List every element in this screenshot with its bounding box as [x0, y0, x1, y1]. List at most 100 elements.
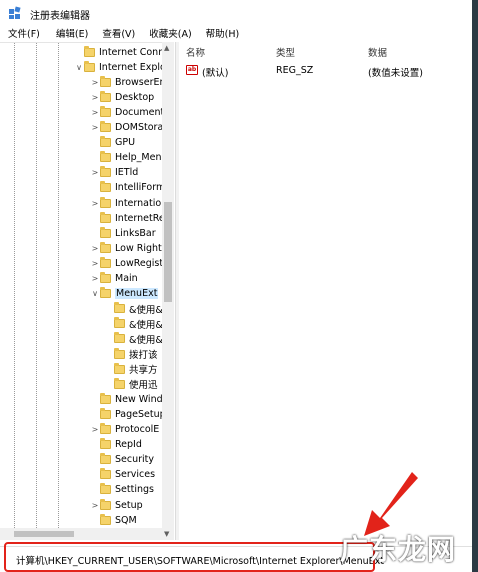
menu-view[interactable]: 查看(V) [94, 26, 141, 40]
chevron-right-icon[interactable]: > [90, 259, 100, 268]
value-row[interactable]: ab (默认) REG_SZ (数值未设置) [180, 64, 472, 79]
tree-node[interactable]: Services [90, 468, 155, 482]
folder-icon [84, 45, 95, 57]
chevron-right-icon[interactable]: > [90, 244, 100, 253]
folder-icon [114, 317, 125, 329]
title-bar: 注册表编辑器 [0, 0, 472, 25]
chevron-right-icon[interactable]: > [90, 501, 100, 510]
tree-node[interactable]: 使用迅 [104, 377, 158, 391]
scroll-thumb[interactable] [14, 531, 74, 537]
tree-node-label: PageSetup [115, 408, 166, 420]
menu-file[interactable]: 文件(F) [0, 26, 46, 40]
tree-node[interactable]: ∨ MenuExt [90, 287, 159, 301]
tree-node[interactable]: &使用& [104, 332, 163, 346]
tree-guide-line [36, 43, 37, 540]
chevron-right-icon[interactable]: > [90, 93, 100, 102]
chevron-down-icon[interactable]: ∨ [74, 63, 84, 72]
tree-node-label: Services [115, 469, 156, 481]
folder-icon [100, 498, 111, 510]
folder-icon [114, 377, 125, 389]
registry-key-tree[interactable]: Internet Conn ∨ Internet Explo > BrowserEm > D… [0, 42, 174, 540]
tree-node-label: 使用迅 [129, 380, 158, 392]
tree-node-label: Main [115, 273, 138, 284]
column-header-data[interactable]: 数据 [368, 45, 387, 59]
tree-node-label: LowRegist [115, 257, 164, 269]
tree-node-label: Security [115, 454, 155, 466]
chevron-right-icon[interactable]: > [90, 425, 100, 434]
tree-node[interactable]: InternetRe [90, 211, 165, 225]
tree-node[interactable]: SQM [90, 513, 137, 527]
window-title: 注册表编辑器 [30, 11, 90, 22]
tree-node-label: IETld [115, 167, 139, 179]
tree-node[interactable]: Help_Menu [90, 151, 168, 165]
tree-node[interactable]: > Main [90, 272, 138, 286]
menu-help[interactable]: 帮助(H) [198, 26, 246, 40]
tree-node[interactable]: GPU [90, 136, 135, 150]
folder-icon [100, 407, 111, 419]
chevron-right-icon[interactable]: > [90, 108, 100, 117]
tree-node[interactable]: Security [90, 453, 154, 467]
tree-node[interactable]: 拨打该 [104, 347, 158, 361]
tree-node[interactable]: PageSetup [90, 407, 166, 421]
pane-splitter[interactable] [175, 42, 179, 540]
tree-node-label: MenuExt [115, 288, 159, 300]
values-list[interactable]: 名称 类型 数据 ab (默认) REG_SZ (数值未设置) [180, 42, 472, 540]
tree-node[interactable]: &使用& [104, 317, 163, 331]
chevron-right-icon[interactable]: > [90, 199, 100, 208]
string-value-icon: ab [186, 65, 198, 75]
folder-icon [100, 196, 111, 208]
chevron-right-icon[interactable]: > [90, 168, 100, 177]
chevron-down-icon[interactable]: ∨ [90, 289, 100, 298]
tree-node-label: Settings [115, 484, 154, 496]
tree-node[interactable]: > ProtocolE [90, 423, 159, 437]
tree-node-label: &使用& [129, 304, 163, 316]
tree-node[interactable]: > Setup [90, 498, 143, 512]
folder-icon [100, 392, 111, 404]
chevron-right-icon[interactable]: > [90, 123, 100, 132]
tree-node-label: InternetRe [115, 212, 165, 224]
chevron-right-icon[interactable]: > [90, 78, 100, 87]
tree-node[interactable]: 共享方 [104, 362, 158, 376]
folder-icon [100, 151, 111, 163]
menu-edit[interactable]: 编辑(E) [46, 26, 94, 40]
tree-node-label: DOMStora [115, 122, 164, 133]
tree-node[interactable]: > LowRegist [90, 256, 163, 270]
folder-icon [84, 60, 95, 72]
column-header-name[interactable]: 名称 [186, 45, 205, 59]
tree-node-label: 共享方 [129, 365, 158, 377]
scroll-thumb[interactable] [164, 202, 172, 302]
tree-node[interactable]: RepId [90, 438, 142, 452]
chevron-right-icon[interactable]: > [90, 274, 100, 283]
tree-guide-line [14, 43, 15, 540]
tree-node[interactable]: > Desktop [90, 90, 154, 104]
scroll-down-arrow-icon[interactable]: ▼ [164, 530, 169, 538]
tree-node[interactable]: > Low Right [90, 241, 162, 255]
folder-icon [100, 166, 111, 178]
tree-node-label: Setup [115, 499, 143, 511]
tree-node-label: Low Right [115, 242, 162, 254]
tree-vertical-scrollbar[interactable]: ▲ ▼ [162, 42, 174, 540]
tree-node-label: Desktop [115, 91, 155, 103]
tree-node[interactable]: > DOMStora [90, 121, 163, 135]
tree-node[interactable]: ∨ Internet Explo [74, 60, 166, 74]
scroll-up-arrow-icon[interactable]: ▲ [164, 44, 169, 52]
tree-node[interactable]: IntelliForm [90, 181, 165, 195]
tree-node[interactable]: New Wind [90, 392, 163, 406]
tree-node[interactable]: > Document [90, 105, 164, 119]
column-header-type[interactable]: 类型 [276, 45, 295, 59]
menu-favorites[interactable]: 收藏夹(A) [141, 26, 197, 40]
tree-horizontal-scrollbar[interactable] [0, 528, 162, 540]
folder-icon [100, 256, 111, 268]
tree-node[interactable]: Internet Conn [74, 45, 164, 59]
tree-node-label: Internet Conn [99, 46, 165, 58]
tree-node[interactable]: > Internatio [90, 196, 161, 210]
tree-node[interactable]: > BrowserEm [90, 75, 169, 89]
tree-guide-line [58, 43, 59, 540]
tree-node[interactable]: &使用& [104, 302, 163, 316]
folder-icon [100, 483, 111, 495]
tree-node[interactable]: Settings [90, 483, 154, 497]
folder-icon [114, 332, 125, 344]
tree-node[interactable]: LinksBar [90, 226, 156, 240]
tree-node[interactable]: > IETld [90, 166, 138, 180]
tree-node-label: 拨打该 [129, 350, 158, 361]
